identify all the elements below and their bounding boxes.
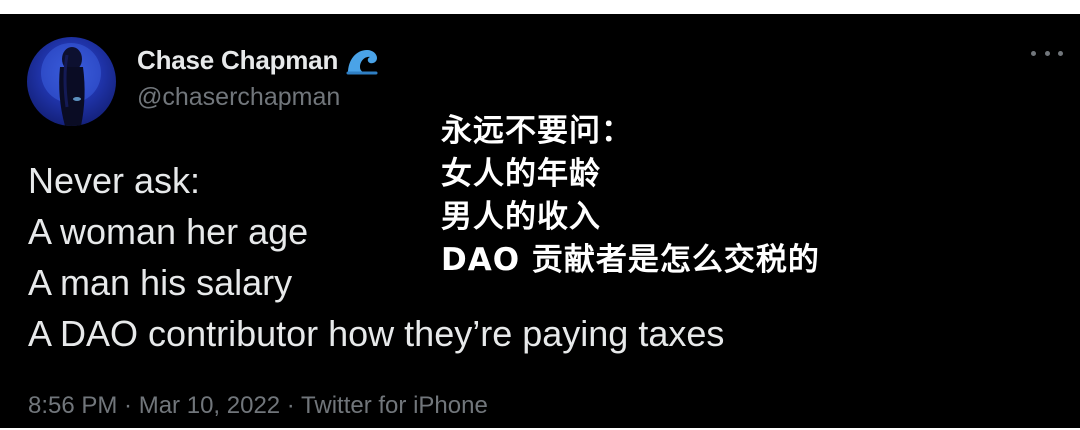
tweet-time[interactable]: 8:56 PM	[28, 392, 117, 419]
more-horizontal-icon	[1044, 50, 1050, 56]
tweet-metadata: 8:56 PM · Mar 10, 2022 · Twitter for iPh…	[28, 392, 488, 420]
meta-separator: ·	[117, 392, 139, 419]
profile-photo-avatar	[41, 43, 101, 126]
more-horizontal-icon	[1031, 50, 1036, 56]
author-handle[interactable]: @chaserchapman	[137, 83, 340, 112]
tweet-date[interactable]: Mar 10, 2022	[139, 392, 280, 419]
tweet-line: A DAO contributor how they’re paying tax…	[28, 313, 725, 354]
tweet-card: Chase Chapman @chaserchapman Never ask: …	[0, 14, 1080, 428]
meta-separator: ·	[280, 392, 302, 419]
tweet-source-link[interactable]: Twitter for iPhone	[301, 392, 488, 419]
caption-line: 男人的收入	[441, 199, 601, 235]
water-wave-icon	[345, 46, 379, 76]
more-options-button[interactable]	[1031, 42, 1063, 64]
caption-line: DAO 贡献者是怎么交税的	[441, 242, 820, 278]
author-name[interactable]: Chase Chapman	[137, 45, 379, 76]
caption-line: 永远不要问：	[441, 113, 633, 149]
author-avatar[interactable]	[27, 37, 116, 126]
translation-caption: 永远不要问： 女人的年龄 男人的收入 DAO 贡献者是怎么交税的	[441, 110, 820, 282]
caption-line: 女人的年龄	[441, 156, 601, 192]
more-horizontal-icon	[1058, 50, 1063, 56]
author-name-text[interactable]: Chase Chapman	[137, 45, 338, 76]
